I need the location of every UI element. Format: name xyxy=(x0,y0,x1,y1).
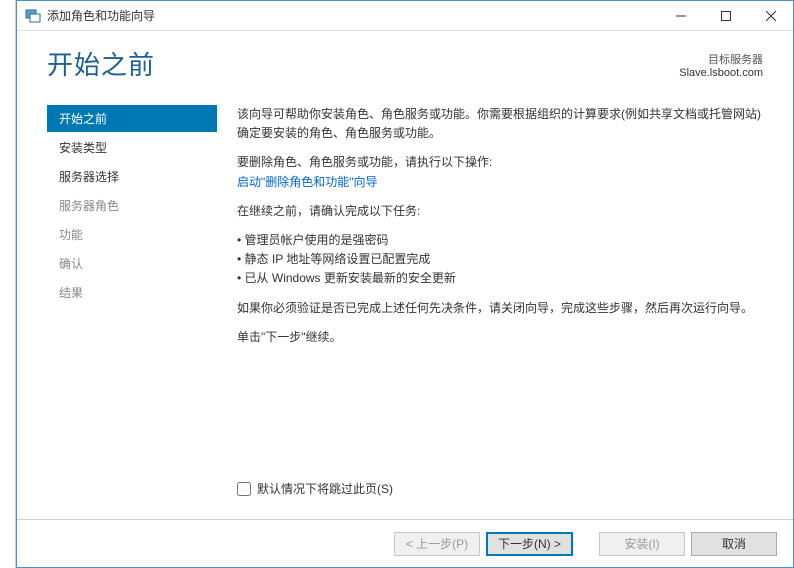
step-before-you-begin[interactable]: 开始之前 xyxy=(47,105,217,132)
prereq-item: 已从 Windows 更新安装最新的安全更新 xyxy=(237,269,769,288)
step-confirmation: 确认 xyxy=(47,250,217,277)
skip-page-label[interactable]: 默认情况下将跳过此页(S) xyxy=(257,480,393,499)
page-heading: 开始之前 xyxy=(47,45,155,82)
step-features: 功能 xyxy=(47,221,217,248)
cancel-button[interactable]: 取消 xyxy=(691,532,777,556)
window-title: 添加角色和功能向导 xyxy=(47,7,658,24)
continue-hint: 单击"下一步"继续。 xyxy=(237,328,769,347)
prerequisites-list: 管理员帐户使用的是强密码 静态 IP 地址等网络设置已配置完成 已从 Windo… xyxy=(237,231,769,289)
wizard-footer: < 上一步(P) 下一步(N) > 安装(I) 取消 xyxy=(17,519,793,567)
prereq-item: 管理员帐户使用的是强密码 xyxy=(237,231,769,250)
step-installation-type[interactable]: 安装类型 xyxy=(47,134,217,161)
wizard-content: 该向导可帮助你安装角色、角色服务或功能。你需要根据组织的计算要求(例如共享文档或… xyxy=(217,101,793,519)
target-server-label: 目标服务器 xyxy=(679,51,763,67)
window-controls xyxy=(658,1,793,31)
target-server-box: 目标服务器 Slave.lsboot.com xyxy=(679,45,763,79)
remove-roles-lead: 要删除角色、角色服务或功能，请执行以下操作: xyxy=(237,155,492,169)
close-button[interactable] xyxy=(748,1,793,31)
step-server-roles: 服务器角色 xyxy=(47,192,217,219)
skip-page-checkbox[interactable] xyxy=(237,482,251,496)
wizard-header: 开始之前 目标服务器 Slave.lsboot.com xyxy=(17,31,793,101)
app-icon xyxy=(25,8,41,24)
maximize-button[interactable] xyxy=(703,1,748,31)
verify-text: 如果你必须验证是否已完成上述任何先决条件，请关闭向导，完成这些步骤，然后再次运行… xyxy=(237,299,769,318)
prereq-item: 静态 IP 地址等网络设置已配置完成 xyxy=(237,250,769,269)
remove-roles-text: 要删除角色、角色服务或功能，请执行以下操作: 启动"删除角色和功能"向导 xyxy=(237,153,769,191)
target-server-value: Slave.lsboot.com xyxy=(679,67,763,79)
before-continue-text: 在继续之前，请确认完成以下任务: xyxy=(237,202,769,221)
step-results: 结果 xyxy=(47,279,217,306)
wizard-steps-sidebar: 开始之前 安装类型 服务器选择 服务器角色 功能 确认 结果 xyxy=(47,101,217,519)
next-button[interactable]: 下一步(N) > xyxy=(486,532,573,556)
wizard-body: 开始之前 安装类型 服务器选择 服务器角色 功能 确认 结果 该向导可帮助你安装… xyxy=(17,101,793,519)
step-server-selection[interactable]: 服务器选择 xyxy=(47,163,217,190)
intro-text: 该向导可帮助你安装角色、角色服务或功能。你需要根据组织的计算要求(例如共享文档或… xyxy=(237,105,769,143)
external-background xyxy=(0,0,16,568)
install-button: 安装(I) xyxy=(599,532,685,556)
title-bar: 添加角色和功能向导 xyxy=(17,1,793,31)
previous-button: < 上一步(P) xyxy=(394,532,480,556)
remove-roles-link[interactable]: 启动"删除角色和功能"向导 xyxy=(237,175,378,189)
skip-page-row: 默认情况下将跳过此页(S) xyxy=(237,480,393,499)
wizard-window: 添加角色和功能向导 开始之前 目标服务器 Slave.lsboot.com 开始… xyxy=(16,0,794,568)
minimize-button[interactable] xyxy=(658,1,703,31)
